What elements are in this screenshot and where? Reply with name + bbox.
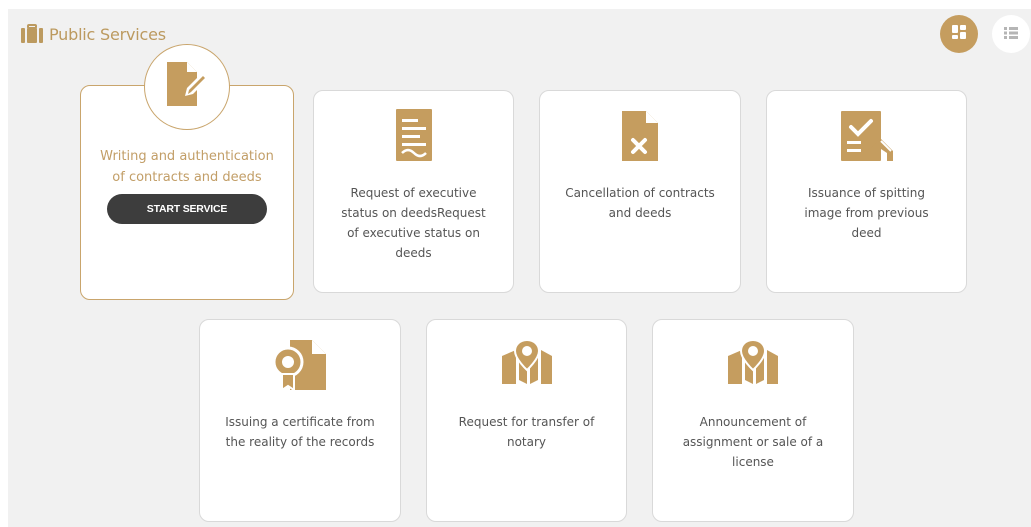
grid-view-icon [951, 24, 967, 44]
certificate-icon [272, 338, 328, 396]
document-lines-icon [395, 109, 432, 165]
service-card-label: Request for transfer of notary [458, 415, 595, 449]
service-card-label: Issuing a certificate from the reality o… [225, 415, 375, 449]
service-card-label: Cancellation of contracts and deeds [565, 186, 715, 220]
service-card-label: Issuance of spitting image from previous… [804, 186, 929, 240]
grid-view-button[interactable] [940, 15, 978, 53]
service-card-cancellation[interactable]: Cancellation of contracts and deeds [539, 90, 741, 293]
service-card-label: Announcement of assignment or sale of a … [682, 415, 824, 469]
service-card-announcement-license[interactable]: Announcement of assignment or sale of a … [652, 319, 854, 522]
service-card-transfer-notary[interactable]: Request for transfer of notary [426, 319, 627, 522]
service-card-certificate[interactable]: Issuing a certificate from the reality o… [199, 319, 401, 522]
list-view-icon [1003, 25, 1019, 44]
briefcase-icon [20, 24, 44, 44]
map-pin-icon [500, 338, 554, 390]
service-card-label: Writing and authentication of contracts … [100, 149, 274, 185]
service-card-executive-status[interactable]: Request of executive status on deedsRequ… [313, 90, 514, 293]
page-title: Public Services [20, 24, 166, 44]
start-service-button[interactable]: START SERVICE [107, 194, 267, 224]
page-title-text: Public Services [49, 24, 166, 44]
service-card-spitting-image[interactable]: Issuance of spitting image from previous… [766, 90, 967, 293]
document-edit-icon [163, 60, 211, 114]
list-view-button[interactable] [992, 15, 1030, 53]
document-cancel-icon [620, 109, 660, 167]
active-service-badge [144, 44, 230, 130]
service-card-label: Request of executive status on deedsRequ… [341, 186, 486, 260]
map-pin-icon [726, 338, 780, 390]
document-check-icon [839, 109, 895, 167]
